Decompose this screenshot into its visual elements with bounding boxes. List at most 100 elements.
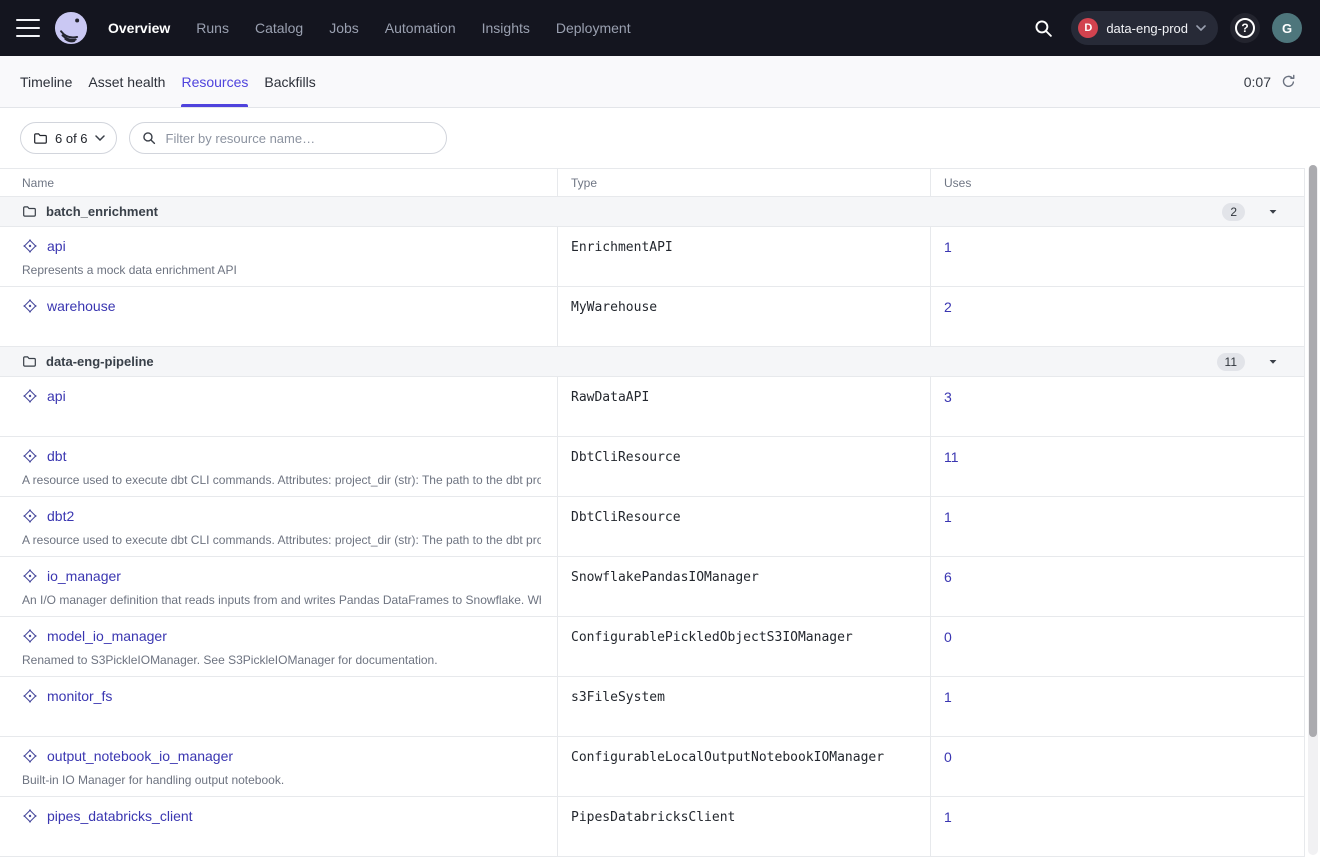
- resource-uses-cell: 1: [930, 677, 1305, 736]
- resource-name-link[interactable]: pipes_databricks_client: [47, 808, 193, 824]
- resource-name-cell: api Represents a mock data enrichment API: [0, 227, 557, 286]
- resource-uses-link[interactable]: 6: [944, 569, 952, 585]
- nav-item-catalog[interactable]: Catalog: [255, 20, 303, 36]
- collapse-caret-icon[interactable]: [1268, 357, 1278, 367]
- resource-name-link[interactable]: warehouse: [47, 298, 116, 314]
- resource-row-pipes-databricks-client: pipes_databricks_clientPipesDatabricksCl…: [0, 797, 1304, 857]
- resource-type-cell: ConfigurablePickledObjectS3IOManager: [557, 617, 930, 676]
- resource-group-row-data-eng-pipeline[interactable]: data-eng-pipeline11: [0, 347, 1304, 377]
- resource-name-line: io_manager: [22, 568, 541, 584]
- top-nav: Overview Runs Catalog Jobs Automation Insight…: [0, 0, 1320, 56]
- resource-icon: [22, 628, 38, 644]
- resource-name-cell: api: [0, 377, 557, 436]
- resource-type-cell: ConfigurableLocalOutputNotebookIOManager: [557, 737, 930, 796]
- search-button[interactable]: [1027, 12, 1059, 44]
- nav-items: Overview Runs Catalog Jobs Automation Insight…: [108, 20, 631, 36]
- resource-uses-link[interactable]: 11: [944, 449, 959, 465]
- nav-item-jobs[interactable]: Jobs: [329, 20, 359, 36]
- resource-description: Represents a mock data enrichment API: [22, 263, 541, 277]
- resource-name-link[interactable]: api: [47, 388, 66, 404]
- resource-uses-link[interactable]: 0: [944, 749, 952, 765]
- tab-asset-health[interactable]: Asset health: [88, 56, 165, 107]
- resource-uses-link[interactable]: 1: [944, 239, 952, 255]
- group-count-dropdown[interactable]: 6 of 6: [20, 122, 117, 154]
- deployment-switcher[interactable]: D data-eng-prod: [1071, 11, 1218, 45]
- resource-uses-cell: 11: [930, 437, 1305, 496]
- deployment-name: data-eng-prod: [1106, 21, 1188, 36]
- group-count-badge: 2: [1222, 203, 1245, 221]
- resource-group-row-batch-enrichment[interactable]: batch_enrichment2: [0, 197, 1304, 227]
- resource-uses-link[interactable]: 1: [944, 809, 952, 825]
- resource-name-cell: dbt2 A resource used to execute dbt CLI c…: [0, 497, 557, 556]
- resource-name-link[interactable]: monitor_fs: [47, 688, 112, 704]
- nav-item-insights[interactable]: Insights: [482, 20, 530, 36]
- deployment-initial-badge: D: [1078, 18, 1098, 38]
- resource-uses-link[interactable]: 2: [944, 299, 952, 315]
- resource-name-cell: warehouse: [0, 287, 557, 346]
- group-count-label: 6 of 6: [55, 131, 88, 146]
- resource-description: Renamed to S3PickleIOManager. See S3Pick…: [22, 653, 541, 667]
- tab-timeline[interactable]: Timeline: [20, 56, 72, 107]
- user-avatar[interactable]: G: [1272, 13, 1302, 43]
- resource-uses-link[interactable]: 1: [944, 689, 952, 705]
- column-header-uses: Uses: [930, 169, 1305, 196]
- resource-name-link[interactable]: dbt2: [47, 508, 74, 524]
- resource-uses-cell: 1: [930, 497, 1305, 556]
- resource-name-line: api: [22, 238, 541, 254]
- resource-name-cell: dbt A resource used to execute dbt CLI co…: [0, 437, 557, 496]
- resource-name-line: model_io_manager: [22, 628, 541, 644]
- resource-name-line: monitor_fs: [22, 688, 541, 704]
- column-header-type: Type: [557, 169, 930, 196]
- folder-icon: [22, 204, 37, 219]
- resource-description: An I/O manager definition that reads inp…: [22, 593, 541, 607]
- resource-icon: [22, 508, 38, 524]
- resource-row-dbt: dbt A resource used to execute dbt CLI co…: [0, 437, 1304, 497]
- resource-row-api: apiRawDataAPI3: [0, 377, 1304, 437]
- column-header-name: Name: [0, 169, 557, 196]
- nav-item-automation[interactable]: Automation: [385, 20, 456, 36]
- resource-name-line: pipes_databricks_client: [22, 808, 541, 824]
- resource-icon: [22, 748, 38, 764]
- resource-type-cell: s3FileSystem: [557, 677, 930, 736]
- resource-name-cell: io_manager An I/O manager definition that…: [0, 557, 557, 616]
- tab-resources[interactable]: Resources: [181, 56, 248, 107]
- nav-item-deployment[interactable]: Deployment: [556, 20, 631, 36]
- resource-name-link[interactable]: dbt: [47, 448, 66, 464]
- resource-filter-field: [129, 122, 447, 154]
- collapse-caret-icon[interactable]: [1268, 207, 1278, 217]
- resource-name-link[interactable]: output_notebook_io_manager: [47, 748, 233, 764]
- scrollbar-thumb[interactable]: [1309, 165, 1317, 737]
- nav-item-overview[interactable]: Overview: [108, 20, 170, 36]
- resource-name-line: api: [22, 388, 541, 404]
- resource-row-dbt2: dbt2 A resource used to execute dbt CLI c…: [0, 497, 1304, 557]
- resources-table: Name Type Uses batch_enrichment2api Repre…: [0, 168, 1305, 857]
- resources-table-body: batch_enrichment2api Represents a mock da…: [0, 197, 1304, 857]
- resource-uses-link[interactable]: 0: [944, 629, 952, 645]
- resource-name-line: dbt: [22, 448, 541, 464]
- resource-type-cell: SnowflakePandasIOManager: [557, 557, 930, 616]
- resource-uses-cell: 3: [930, 377, 1305, 436]
- resource-description: Built-in IO Manager for handling output …: [22, 773, 541, 787]
- resource-name-link[interactable]: api: [47, 238, 66, 254]
- refresh-icon[interactable]: [1281, 74, 1296, 89]
- resource-description: A resource used to execute dbt CLI comma…: [22, 473, 541, 487]
- resource-row-api: api Represents a mock data enrichment API…: [0, 227, 1304, 287]
- resource-name-cell: monitor_fs: [0, 677, 557, 736]
- resource-name-link[interactable]: io_manager: [47, 568, 121, 584]
- resource-uses-link[interactable]: 3: [944, 389, 952, 405]
- resource-name-cell: model_io_manager Renamed to S3PickleIOMan…: [0, 617, 557, 676]
- tab-backfills[interactable]: Backfills: [264, 56, 315, 107]
- resource-icon: [22, 238, 38, 254]
- resource-name-cell: pipes_databricks_client: [0, 797, 557, 856]
- nav-item-runs[interactable]: Runs: [196, 20, 229, 36]
- resource-filter-input[interactable]: [164, 130, 434, 147]
- resource-name-link[interactable]: model_io_manager: [47, 628, 167, 644]
- menu-icon[interactable]: [16, 19, 40, 37]
- search-icon: [142, 131, 156, 145]
- resource-icon: [22, 388, 38, 404]
- dagster-logo[interactable]: [54, 11, 88, 45]
- refresh-countdown: 0:07: [1244, 74, 1271, 90]
- resource-description: A resource used to execute dbt CLI comma…: [22, 533, 541, 547]
- help-button[interactable]: ?: [1230, 13, 1260, 43]
- resource-uses-link[interactable]: 1: [944, 509, 952, 525]
